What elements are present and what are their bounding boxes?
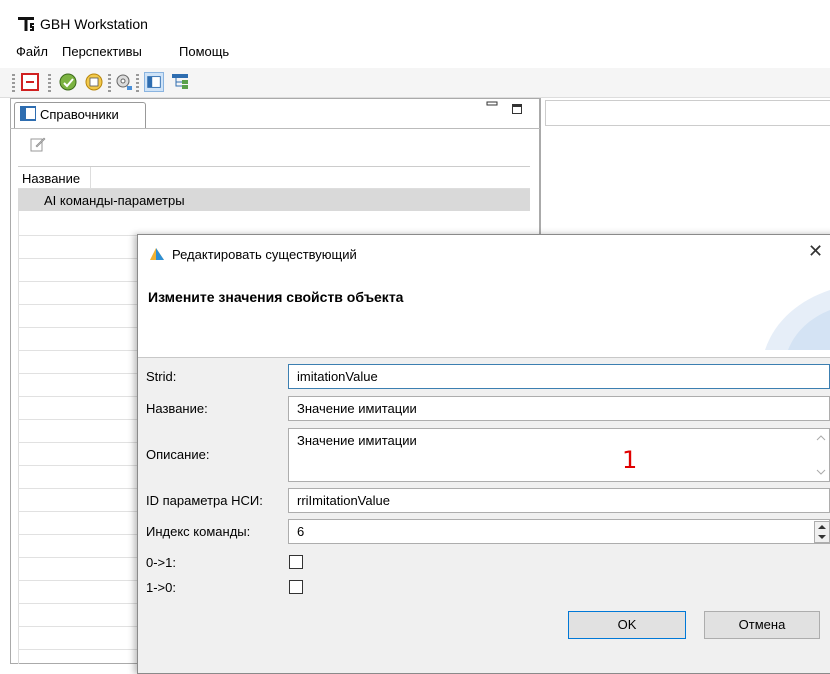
divider [10, 128, 540, 129]
minimize-icon[interactable] [486, 100, 500, 110]
grid-line [18, 626, 138, 627]
name-label: Название: [146, 401, 208, 416]
settings-icon[interactable] [114, 72, 134, 92]
zero-to-one-label: 0->1: [146, 555, 176, 570]
grid-line [18, 258, 138, 259]
grid-line [18, 442, 138, 443]
table-header [18, 166, 530, 189]
menu-help[interactable]: Помощь [179, 44, 229, 59]
edit-object-icon [150, 248, 164, 260]
menu-perspectives[interactable]: Перспективы [62, 44, 142, 59]
nsi-id-label: ID параметра НСИ: [146, 493, 263, 508]
command-index-spinner[interactable]: 6 [288, 519, 830, 544]
dialog-title: Редактировать существующий [172, 247, 357, 262]
maximize-icon[interactable] [512, 104, 522, 114]
close-icon[interactable]: ✕ [808, 241, 823, 262]
row-label: AI команды-параметры [44, 193, 185, 208]
grid-line [18, 350, 138, 351]
grid-line [18, 511, 138, 512]
cancel-button-label: Отмена [738, 617, 786, 632]
toolbar-grip [12, 74, 15, 94]
ok-button[interactable]: OK [568, 611, 686, 639]
grid-line [18, 580, 138, 581]
grid-line [18, 534, 138, 535]
zero-to-one-checkbox[interactable] [289, 555, 303, 569]
menu-file[interactable]: Файл [16, 44, 48, 59]
column-header-name[interactable]: Название [22, 171, 80, 186]
header-decoration [765, 290, 830, 350]
table-border [18, 211, 19, 664]
spinner-arrows-icon[interactable] [814, 521, 830, 543]
grid-line [18, 396, 138, 397]
command-index-label: Индекс команды: [146, 524, 251, 539]
edit-icon[interactable] [30, 136, 46, 152]
app-logo-icon [18, 17, 34, 31]
cancel-button[interactable]: Отмена [704, 611, 820, 639]
grid-line [18, 488, 138, 489]
divider [138, 357, 830, 358]
toolbar-separator [108, 74, 111, 94]
grid-line [18, 465, 138, 466]
document-icon[interactable] [84, 72, 104, 92]
toolbar-separator [136, 74, 139, 94]
tab-label: Справочники [40, 107, 119, 122]
reference-books-icon[interactable] [144, 72, 164, 92]
grid-line [18, 235, 138, 236]
window-title: GBH Workstation [40, 16, 148, 32]
close-editor-icon[interactable] [20, 72, 40, 92]
grid-line [18, 281, 138, 282]
annotation-number: 1 [622, 446, 638, 474]
grid-line [18, 304, 138, 305]
one-to-zero-label: 1->0: [146, 580, 176, 595]
column-divider[interactable] [90, 167, 91, 188]
one-to-zero-checkbox[interactable] [289, 580, 303, 594]
grid-line [18, 603, 138, 604]
name-input[interactable]: Значение имитации [288, 396, 830, 421]
grid-line [18, 373, 138, 374]
grid-line [18, 649, 138, 650]
reference-books-icon [20, 106, 36, 121]
strid-input[interactable]: imitationValue [288, 364, 830, 389]
check-icon[interactable] [58, 72, 78, 92]
editor-tabstrip [545, 100, 830, 126]
hierarchy-icon[interactable] [170, 72, 190, 92]
toolbar-separator [48, 74, 51, 94]
grid-line [18, 557, 138, 558]
grid-line [18, 327, 138, 328]
description-textarea[interactable]: Значение имитации [288, 428, 830, 482]
description-label: Описание: [146, 447, 210, 462]
nsi-id-input[interactable]: rriImitationValue [288, 488, 830, 513]
grid-line [18, 419, 138, 420]
ok-button-label: OK [617, 617, 637, 632]
strid-label: Strid: [146, 369, 177, 384]
dialog-heading: Измените значения свойств объекта [148, 289, 404, 305]
scrollbar[interactable] [812, 430, 830, 480]
